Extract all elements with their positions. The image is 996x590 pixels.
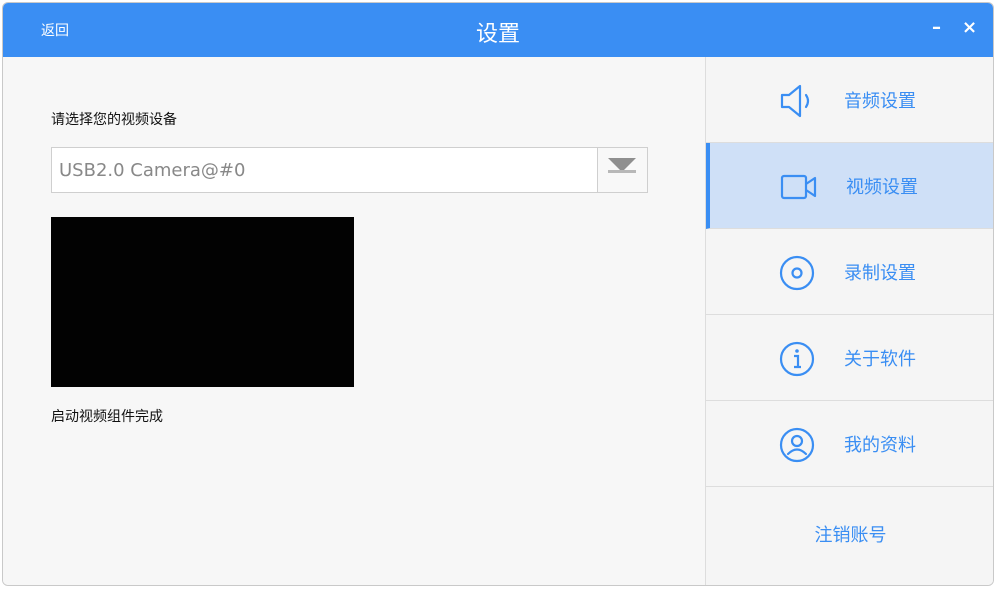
user-icon <box>779 427 815 463</box>
status-text: 启动视频组件完成 <box>51 409 163 425</box>
logout-button[interactable]: 注销账号 <box>706 493 993 579</box>
sidebar-item-label: 关于软件 <box>844 349 916 370</box>
speaker-icon <box>780 84 810 118</box>
minimize-button[interactable]: – <box>932 17 941 39</box>
selected-device-value: USB2.0 Camera@#0 <box>59 160 246 181</box>
page-title: 设置 <box>475 22 520 47</box>
video-preview <box>51 217 354 387</box>
sidebar-item-audio[interactable]: 音频设置 <box>706 57 993 143</box>
sidebar-item-label: 我的资料 <box>844 435 916 456</box>
chevron-base <box>608 170 636 173</box>
record-icon <box>779 255 815 291</box>
sidebar-item-about[interactable]: 关于软件 <box>706 315 993 401</box>
sidebar-item-profile[interactable]: 我的资料 <box>706 401 993 487</box>
dropdown-toggle[interactable] <box>597 148 647 192</box>
sidebar-item-video[interactable]: 视频设置 <box>706 143 993 229</box>
video-settings-panel: 请选择您的视频设备 USB2.0 Camera@#0 启动视频组件完成 <box>3 57 705 585</box>
settings-window: 返回 设置 – × 请选择您的视频设备 USB2.0 Camera@#0 启动视… <box>2 2 994 586</box>
sidebar-item-label: 视频设置 <box>846 177 918 198</box>
video-device-select[interactable]: USB2.0 Camera@#0 <box>51 147 648 193</box>
sidebar-item-record[interactable]: 录制设置 <box>706 229 993 315</box>
sidebar-item-label: 音频设置 <box>844 91 916 112</box>
device-label: 请选择您的视频设备 <box>51 112 177 128</box>
info-icon <box>779 341 815 377</box>
title-bar: 返回 设置 – × <box>3 3 993 57</box>
close-button[interactable]: × <box>962 17 977 39</box>
settings-sidebar: 音频设置 视频设置 录制设置 关于软件 我的资料 注销账号 <box>705 57 993 585</box>
sidebar-item-label: 录制设置 <box>844 263 916 284</box>
camera-icon <box>780 174 817 200</box>
